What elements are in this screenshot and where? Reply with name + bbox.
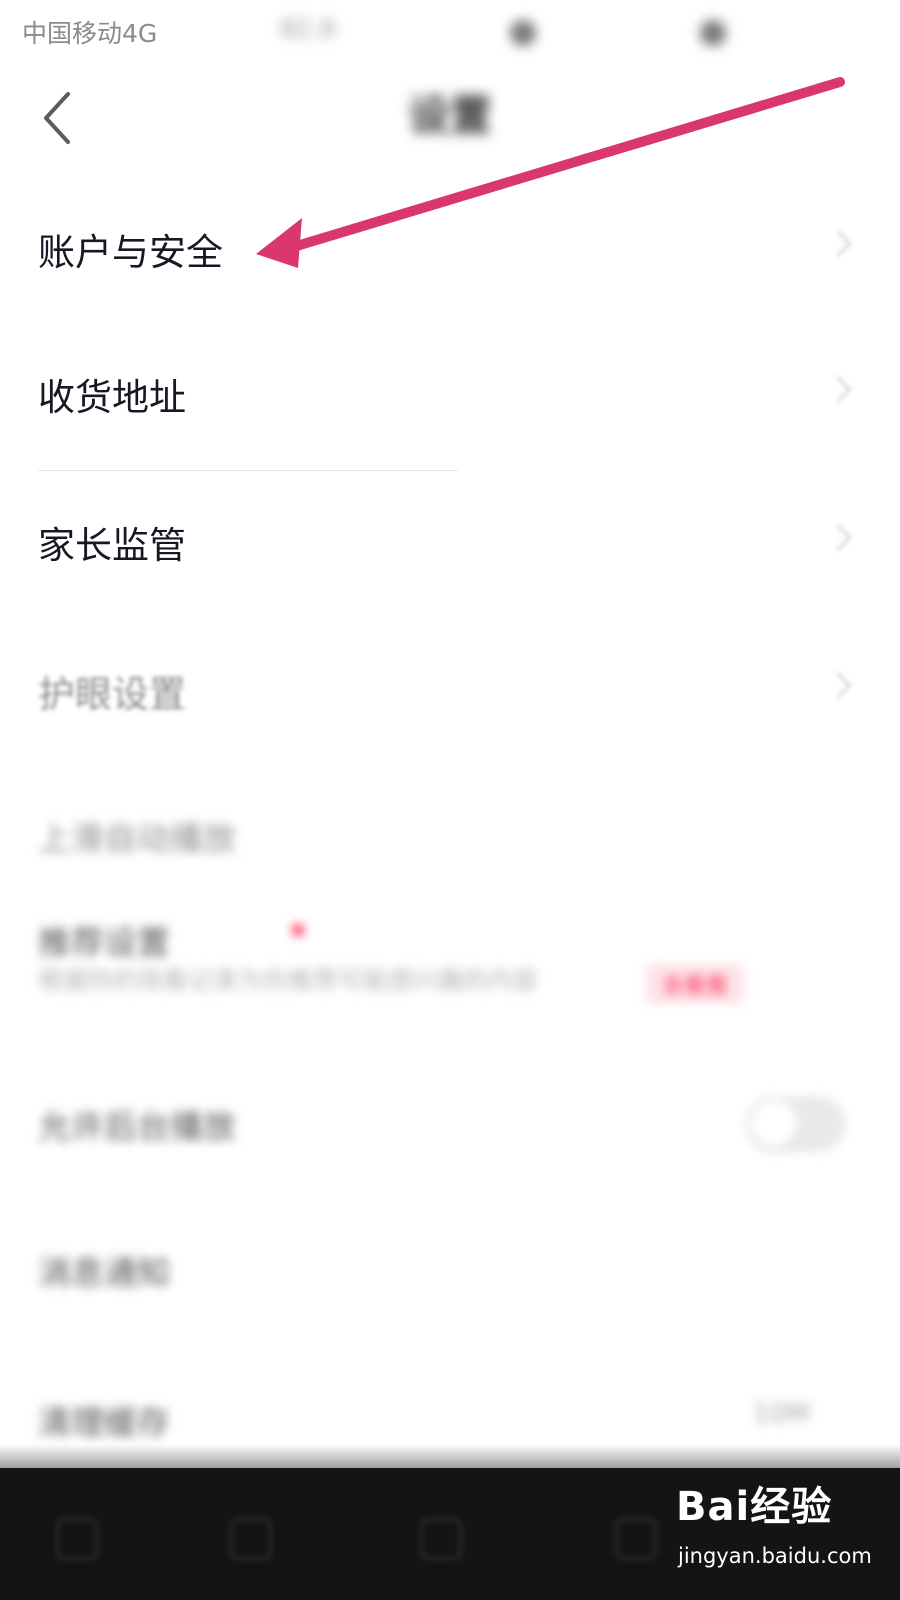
background-play-toggle[interactable]	[746, 1096, 846, 1152]
messages-tab-icon[interactable]	[615, 1518, 657, 1560]
carrier-label: 中国移动4G	[22, 19, 158, 48]
home-tab-icon[interactable]	[56, 1518, 98, 1560]
settings-item-background-play[interactable]: 允许后台播放	[0, 1074, 900, 1174]
settings-item-recommendation[interactable]: 推荐设置 根据你的观看记录为你推荐可能感兴趣的内容 去看看	[0, 900, 900, 1050]
battery-icon	[700, 20, 726, 46]
settings-item-shipping-address[interactable]: 收货地址	[0, 342, 900, 442]
recommend-pill-button[interactable]: 去看看	[646, 964, 745, 1004]
toggle-knob	[750, 1100, 798, 1148]
settings-item-label: 家长监管	[38, 524, 186, 567]
add-tab-icon[interactable]	[420, 1518, 462, 1560]
settings-item-parental-control[interactable]: 家长监管	[0, 490, 900, 590]
watermark-url: jingyan.baidu.com	[678, 1544, 872, 1568]
settings-item-label: 收货地址	[38, 376, 186, 419]
settings-item-label: 护眼设置	[38, 673, 186, 716]
settings-item-label: 推荐设置	[38, 923, 170, 962]
bottom-fade	[0, 1444, 900, 1468]
settings-item-autoplay[interactable]: 上滑自动播放	[0, 786, 900, 886]
settings-item-notifications[interactable]: 消息通知	[0, 1220, 900, 1320]
settings-item-account-security[interactable]: 账户与安全	[0, 194, 900, 294]
chevron-right-icon	[825, 376, 852, 403]
chevron-right-icon	[825, 672, 852, 699]
red-dot-badge	[292, 924, 304, 936]
settings-item-label: 消息通知	[38, 1253, 170, 1292]
settings-item-eye-protection[interactable]: 护眼设置	[0, 638, 900, 738]
status-indicators: 82.8	[280, 14, 880, 50]
status-bar: 中国移动4G 82.8	[0, 0, 900, 64]
baidu-jingyan-watermark: Bai经验 jingyan.baidu.com	[676, 1474, 886, 1594]
page-title: 设置	[407, 91, 492, 140]
watermark-logo: Bai经验	[676, 1484, 833, 1530]
nav-bar: 设置	[0, 64, 900, 174]
cache-size-value: 10M	[752, 1398, 810, 1429]
network-speed: 82.8	[280, 14, 336, 43]
settings-item-label: 上滑自动播放	[38, 819, 236, 858]
signal-icon	[510, 20, 536, 46]
settings-item-label: 允许后台播放	[38, 1107, 236, 1146]
divider	[38, 470, 458, 471]
friends-tab-icon[interactable]	[230, 1518, 272, 1560]
settings-item-label: 账户与安全	[38, 231, 223, 274]
recommend-subtitle: 根据你的观看记录为你推荐可能感兴趣的内容	[38, 966, 539, 995]
chevron-right-icon	[825, 524, 852, 551]
chevron-right-icon	[825, 230, 852, 257]
settings-item-label: 清理缓存	[38, 1403, 170, 1442]
